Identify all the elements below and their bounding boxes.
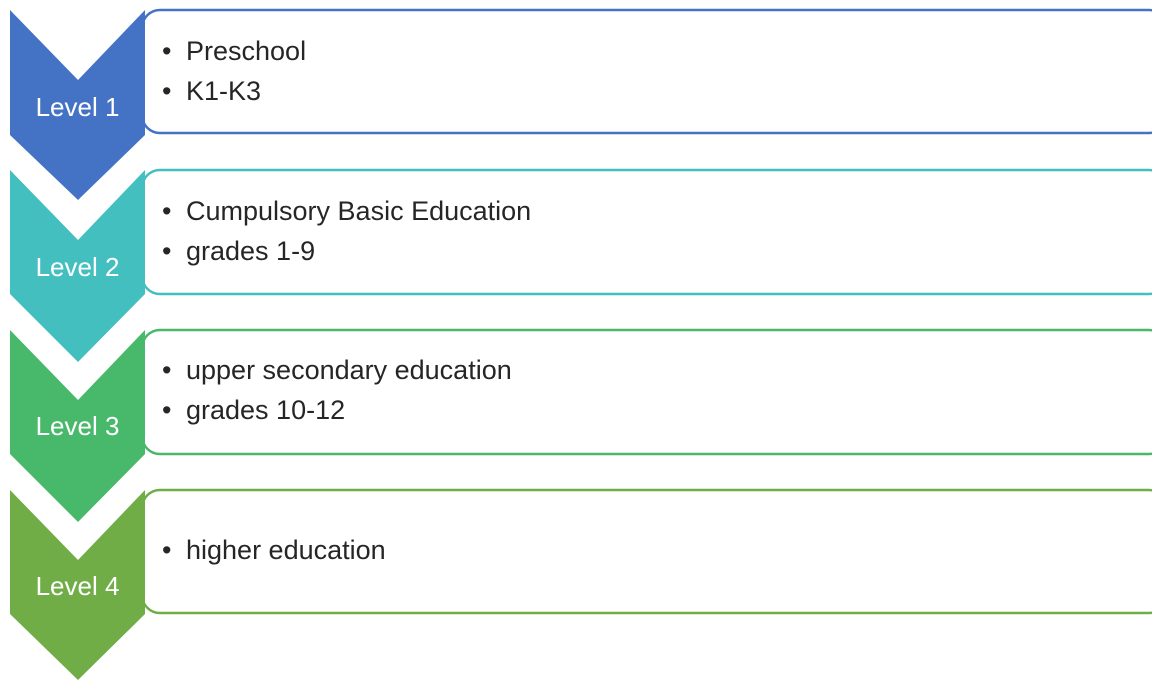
level-3-label: Level 3 xyxy=(35,411,120,441)
level-4-group xyxy=(10,488,1152,680)
level-4-bullet-1: higher education xyxy=(162,530,386,570)
level-1-label: Level 1 xyxy=(35,92,120,122)
level-2-bullet-1: Cumpulsory Basic Education xyxy=(162,191,531,231)
level-2-label: Level 2 xyxy=(35,252,120,282)
level-2-bullet-2: grades 1-9 xyxy=(162,231,531,271)
level-1-bullet-2: K1-K3 xyxy=(162,71,306,111)
level-3-bullet-2: grades 10-12 xyxy=(162,390,512,430)
level-4-label: Level 4 xyxy=(35,571,120,601)
level-4-bullet-list: higher education xyxy=(162,530,386,570)
level-3-bullet-1: upper secondary education xyxy=(162,350,512,390)
level-2-bullet-list: Cumpulsory Basic Education grades 1-9 xyxy=(162,191,531,271)
level-1-bullet-list: Preschool K1-K3 xyxy=(162,31,306,111)
level-1-bullet-1: Preschool xyxy=(162,31,306,71)
level-3-bullet-list: upper secondary education grades 10-12 xyxy=(162,350,512,430)
